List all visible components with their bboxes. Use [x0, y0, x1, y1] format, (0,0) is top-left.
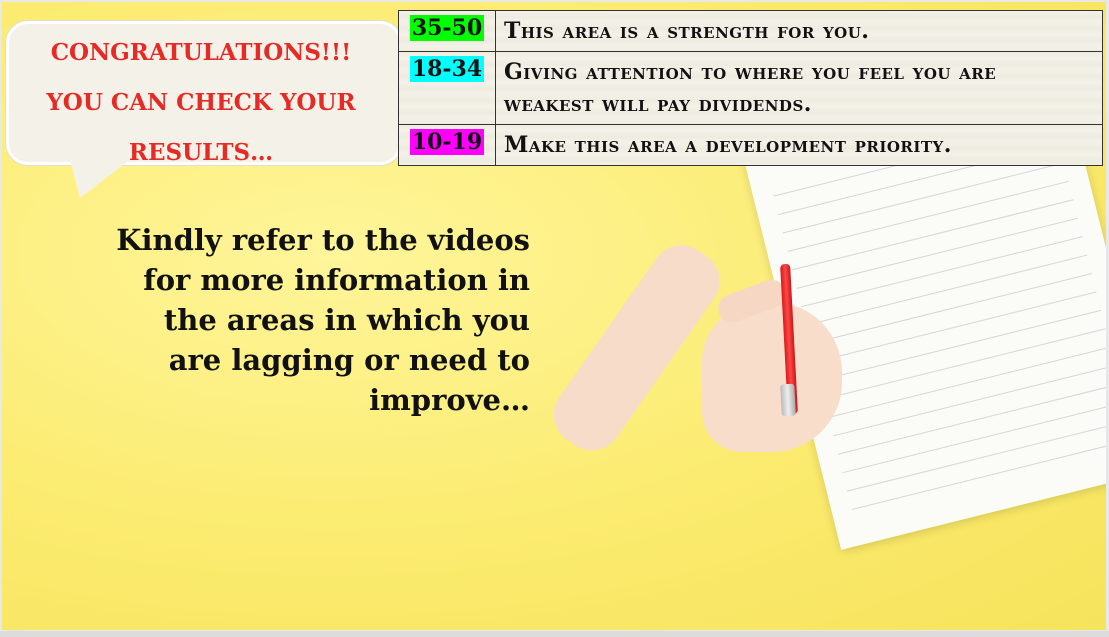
- sheet-line: [796, 217, 1079, 289]
- score-range-cell: 35-50: [398, 10, 496, 52]
- table-row: 10-19 Make this area a development prior…: [398, 124, 1103, 166]
- score-table: 35-50 This area is a strength for you. 1…: [398, 10, 1103, 166]
- info-text: Kindly refer to the videos for more info…: [116, 223, 530, 417]
- score-range: 18-34: [409, 56, 485, 82]
- pen-tip-image: [780, 383, 796, 417]
- table-row: 35-50 This area is a strength for you.: [398, 10, 1103, 52]
- sheet-line: [782, 162, 1065, 234]
- slide-bottom-border: [0, 631, 1109, 637]
- hand-image: [702, 302, 842, 452]
- sheet-line: [842, 402, 1106, 474]
- bubble-line: YOU CAN CHECK YOUR: [46, 89, 356, 116]
- sheet-line: [810, 273, 1092, 345]
- score-range: 35-50: [409, 15, 485, 41]
- sheet-line: [828, 346, 1106, 418]
- score-range-cell: 10-19: [398, 124, 496, 166]
- score-range: 10-19: [409, 129, 485, 155]
- sheet-line: [833, 365, 1106, 437]
- sheet-line: [819, 309, 1102, 382]
- sheet-line: [824, 328, 1106, 400]
- sheet-line: [851, 438, 1106, 511]
- score-message: This area is a strength for you.: [495, 10, 1103, 52]
- bubble-line: RESULTS…: [128, 139, 274, 166]
- sheet-line: [787, 180, 1069, 252]
- score-message: Giving attention to where you feel you a…: [495, 51, 1103, 125]
- score-message: Make this area a development priority.: [495, 124, 1103, 166]
- sheet-line: [837, 383, 1106, 455]
- sheet-line: [791, 199, 1074, 271]
- slide-canvas: CONGRATULATIONS!!! YOU CAN CHECK YOUR RE…: [2, 2, 1106, 630]
- table-row: 18-34 Giving attention to where you feel…: [398, 51, 1103, 125]
- score-range-cell: 18-34: [398, 51, 496, 125]
- sheet-line: [805, 254, 1088, 326]
- sheet-line: [801, 236, 1083, 308]
- sheet-line: [814, 291, 1097, 363]
- bubble-text: CONGRATULATIONS!!! YOU CAN CHECK YOUR RE…: [6, 28, 396, 178]
- bubble-line: CONGRATULATIONS!!!: [50, 39, 352, 66]
